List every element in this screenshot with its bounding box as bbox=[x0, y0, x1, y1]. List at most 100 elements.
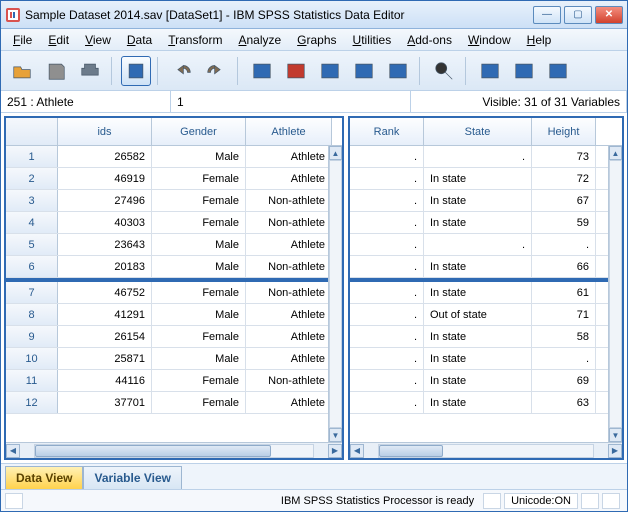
cell[interactable]: Female bbox=[152, 392, 246, 413]
cell[interactable]: 20183 bbox=[58, 256, 152, 277]
cell[interactable]: Athlete bbox=[246, 234, 332, 255]
cell[interactable]: . bbox=[350, 234, 424, 255]
cell[interactable]: Athlete bbox=[246, 304, 332, 325]
tab-data-view[interactable]: Data View bbox=[5, 466, 83, 489]
row-number[interactable]: 1 bbox=[6, 146, 58, 167]
cell[interactable]: Male bbox=[152, 256, 246, 277]
cell[interactable]: . bbox=[350, 190, 424, 211]
cell[interactable]: 46752 bbox=[58, 282, 152, 303]
scroll-down-icon[interactable]: ▼ bbox=[329, 428, 342, 442]
menu-transform[interactable]: Transform bbox=[162, 31, 228, 49]
vscroll-right[interactable]: ▲ ▼ bbox=[608, 146, 622, 442]
col-header[interactable]: State bbox=[424, 118, 532, 145]
variables-icon[interactable] bbox=[281, 56, 311, 86]
split-file-icon[interactable] bbox=[315, 56, 345, 86]
menu-data[interactable]: Data bbox=[121, 31, 158, 49]
dialog-recall-icon[interactable] bbox=[121, 56, 151, 86]
titlebar[interactable]: Sample Dataset 2014.sav [DataSet1] - IBM… bbox=[1, 1, 627, 29]
row-number[interactable]: 12 bbox=[6, 392, 58, 413]
cell[interactable]: 46919 bbox=[58, 168, 152, 189]
cell[interactable]: . bbox=[350, 304, 424, 325]
col-header[interactable]: Rank bbox=[350, 118, 424, 145]
col-header[interactable] bbox=[6, 118, 58, 145]
cell[interactable]: Female bbox=[152, 168, 246, 189]
redo-icon[interactable] bbox=[201, 56, 231, 86]
cell[interactable]: Athlete bbox=[246, 392, 332, 413]
cell[interactable]: Male bbox=[152, 348, 246, 369]
menu-view[interactable]: View bbox=[79, 31, 117, 49]
menu-analyze[interactable]: Analyze bbox=[232, 31, 287, 49]
col-header[interactable]: Height bbox=[532, 118, 596, 145]
cell[interactable]: 72 bbox=[532, 168, 596, 189]
cell[interactable]: In state bbox=[424, 282, 532, 303]
cell[interactable]: Non-athlete bbox=[246, 256, 332, 277]
undo-icon[interactable] bbox=[167, 56, 197, 86]
cell[interactable]: In state bbox=[424, 256, 532, 277]
weight-cases-icon[interactable] bbox=[349, 56, 379, 86]
use-sets-icon[interactable] bbox=[543, 56, 573, 86]
cell[interactable]: 23643 bbox=[58, 234, 152, 255]
cell[interactable]: . bbox=[350, 392, 424, 413]
cell[interactable]: Female bbox=[152, 212, 246, 233]
cell[interactable]: 73 bbox=[532, 146, 596, 167]
insert-cases-icon[interactable] bbox=[475, 56, 505, 86]
current-cell-value[interactable]: 1 bbox=[171, 91, 411, 112]
find-icon[interactable] bbox=[429, 56, 459, 86]
row-number[interactable]: 3 bbox=[6, 190, 58, 211]
cell[interactable]: In state bbox=[424, 212, 532, 233]
cell[interactable]: Female bbox=[152, 370, 246, 391]
row-number[interactable]: 10 bbox=[6, 348, 58, 369]
cell[interactable]: 69 bbox=[532, 370, 596, 391]
row-number[interactable]: 2 bbox=[6, 168, 58, 189]
goto-case-icon[interactable] bbox=[247, 56, 277, 86]
cell[interactable]: Male bbox=[152, 304, 246, 325]
cell[interactable]: In state bbox=[424, 190, 532, 211]
cell[interactable]: In state bbox=[424, 370, 532, 391]
cell[interactable]: Non-athlete bbox=[246, 282, 332, 303]
cell[interactable]: . bbox=[350, 348, 424, 369]
cell[interactable]: In state bbox=[424, 348, 532, 369]
minimize-button[interactable]: ― bbox=[533, 6, 561, 24]
menu-window[interactable]: Window bbox=[462, 31, 517, 49]
cell[interactable]: Athlete bbox=[246, 326, 332, 347]
hscroll-right[interactable]: ◀ ▶ bbox=[350, 442, 622, 458]
cell[interactable]: Male bbox=[152, 234, 246, 255]
cell[interactable]: . bbox=[424, 234, 532, 255]
col-header[interactable]: Gender bbox=[152, 118, 246, 145]
cell[interactable]: 67 bbox=[532, 190, 596, 211]
col-header[interactable]: Athlete bbox=[246, 118, 332, 145]
cell[interactable]: In state bbox=[424, 326, 532, 347]
cell[interactable]: . bbox=[350, 326, 424, 347]
scroll-left-icon[interactable]: ◀ bbox=[6, 444, 20, 458]
scroll-right-icon[interactable]: ▶ bbox=[328, 444, 342, 458]
cell[interactable]: 44116 bbox=[58, 370, 152, 391]
value-labels-icon[interactable] bbox=[509, 56, 539, 86]
print-icon[interactable] bbox=[75, 56, 105, 86]
cell[interactable]: 26582 bbox=[58, 146, 152, 167]
cell[interactable]: Female bbox=[152, 282, 246, 303]
cell[interactable]: 58 bbox=[532, 326, 596, 347]
select-cases-icon[interactable] bbox=[383, 56, 413, 86]
row-number[interactable]: 6 bbox=[6, 256, 58, 277]
open-file-icon[interactable] bbox=[7, 56, 37, 86]
cell[interactable]: Athlete bbox=[246, 348, 332, 369]
cell[interactable]: Male bbox=[152, 146, 246, 167]
cell[interactable]: . bbox=[350, 146, 424, 167]
menu-file[interactable]: File bbox=[7, 31, 38, 49]
cell[interactable]: . bbox=[350, 168, 424, 189]
cell[interactable]: Non-athlete bbox=[246, 212, 332, 233]
menu-graphs[interactable]: Graphs bbox=[291, 31, 342, 49]
menu-add-ons[interactable]: Add-ons bbox=[401, 31, 458, 49]
cell[interactable]: Athlete bbox=[246, 146, 332, 167]
scroll-up-icon[interactable]: ▲ bbox=[609, 146, 622, 160]
save-icon[interactable] bbox=[41, 56, 71, 86]
cell[interactable]: . bbox=[350, 212, 424, 233]
menu-help[interactable]: Help bbox=[521, 31, 558, 49]
scroll-left-icon[interactable]: ◀ bbox=[350, 444, 364, 458]
row-number[interactable]: 7 bbox=[6, 282, 58, 303]
cell[interactable]: In state bbox=[424, 168, 532, 189]
maximize-button[interactable]: ▢ bbox=[564, 6, 592, 24]
row-number[interactable]: 9 bbox=[6, 326, 58, 347]
cell[interactable]: Non-athlete bbox=[246, 370, 332, 391]
cell[interactable]: In state bbox=[424, 392, 532, 413]
